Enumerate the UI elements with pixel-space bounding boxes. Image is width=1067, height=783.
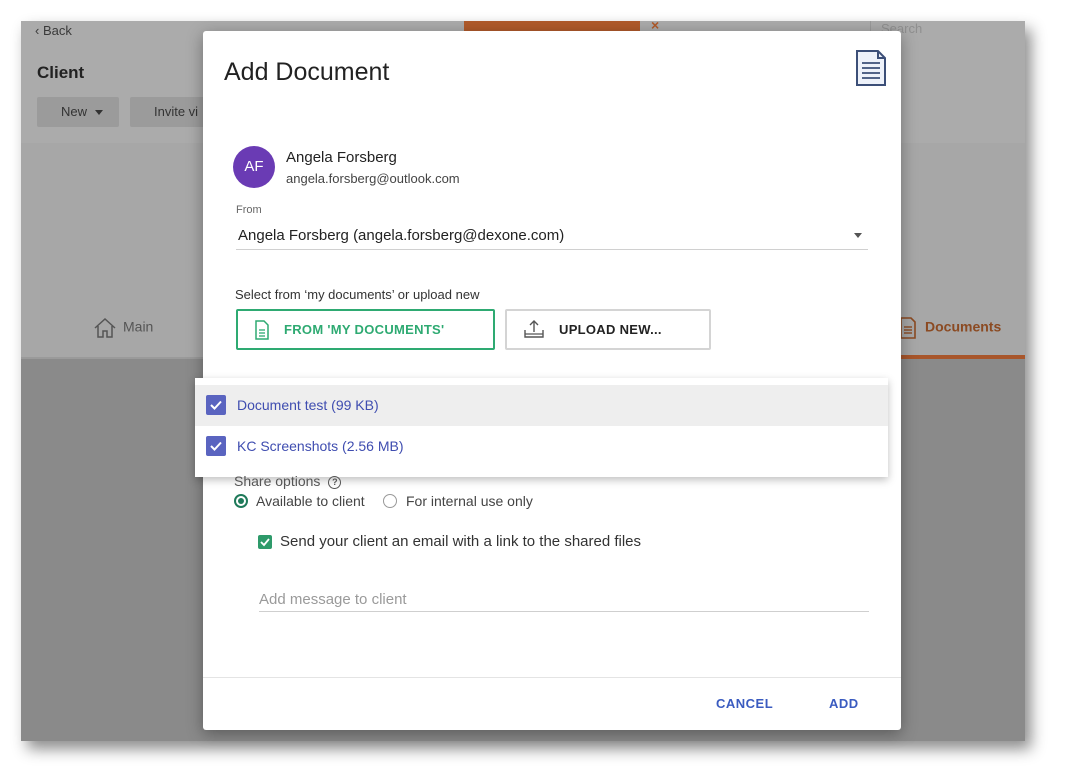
client-name: Angela Forsberg bbox=[286, 149, 397, 166]
tab-documents-label: Documents bbox=[925, 318, 1002, 335]
help-icon[interactable]: ? bbox=[328, 475, 342, 489]
documents-dropdown: Document test (99 KB) KC Screenshots (2.… bbox=[195, 378, 888, 477]
dialog-title: Add Document bbox=[224, 58, 390, 86]
tab-documents[interactable]: Documents bbox=[899, 317, 1001, 339]
radio-internal-use[interactable] bbox=[383, 494, 397, 508]
chevron-left-icon: ‹ bbox=[35, 23, 40, 38]
from-value: Angela Forsberg (angela.forsberg@dexone.… bbox=[238, 227, 565, 244]
share-options-text: Share options bbox=[234, 473, 321, 489]
radio-label-internal[interactable]: For internal use only bbox=[406, 493, 533, 509]
new-button[interactable]: New bbox=[37, 97, 119, 127]
document-name: Document test (99 KB) bbox=[237, 397, 379, 413]
from-label: From bbox=[236, 204, 262, 216]
document-icon bbox=[255, 319, 269, 340]
caret-down-icon bbox=[95, 110, 104, 116]
from-my-documents-button[interactable]: FROM 'MY DOCUMENTS' bbox=[236, 309, 495, 350]
dropdown-arrow-icon bbox=[854, 233, 862, 238]
email-checkbox-label[interactable]: Send your client an email with a link to… bbox=[280, 533, 641, 550]
cancel-button[interactable]: CANCEL bbox=[716, 696, 773, 711]
new-label: New bbox=[61, 104, 88, 119]
back-label: Back bbox=[42, 23, 72, 38]
document-icon bbox=[900, 317, 916, 339]
tab-main[interactable]: Main bbox=[93, 317, 153, 339]
check-icon bbox=[210, 441, 222, 451]
page-title: Client bbox=[37, 63, 85, 82]
from-select[interactable]: Angela Forsberg (angela.forsberg@dexone.… bbox=[236, 224, 868, 250]
add-document-dialog: Add Document AF Angela Forsberg angela.f… bbox=[195, 31, 901, 730]
upload-new-label: UPLOAD NEW... bbox=[559, 322, 662, 337]
footer-divider bbox=[203, 677, 901, 678]
back-link[interactable]: ‹ Back bbox=[35, 23, 72, 38]
list-item[interactable]: KC Screenshots (2.56 MB) bbox=[195, 426, 888, 467]
upload-new-button[interactable]: UPLOAD NEW... bbox=[505, 309, 711, 350]
select-source-label: Select from ‘my documents’ or upload new bbox=[235, 287, 480, 302]
document-icon bbox=[855, 49, 887, 92]
avatar: AF bbox=[233, 146, 275, 188]
checkbox-checked[interactable] bbox=[206, 436, 226, 456]
add-button[interactable]: ADD bbox=[829, 696, 859, 711]
message-input[interactable] bbox=[259, 587, 869, 612]
radio-label-client[interactable]: Available to client bbox=[256, 493, 365, 509]
share-options-label: Share options? bbox=[234, 473, 342, 489]
from-my-documents-label: FROM 'MY DOCUMENTS' bbox=[284, 322, 445, 337]
checkbox-checked[interactable] bbox=[206, 395, 226, 415]
check-icon bbox=[210, 400, 222, 410]
active-tab-indicator bbox=[901, 355, 1025, 359]
list-item[interactable]: Document test (99 KB) bbox=[195, 385, 888, 426]
radio-available-to-client[interactable] bbox=[234, 494, 248, 508]
home-icon bbox=[94, 317, 116, 338]
email-checkbox[interactable] bbox=[258, 535, 272, 549]
tab-main-label: Main bbox=[123, 318, 154, 335]
document-name: KC Screenshots (2.56 MB) bbox=[237, 438, 404, 454]
client-email: angela.forsberg@outlook.com bbox=[286, 171, 460, 186]
upload-icon bbox=[524, 319, 544, 338]
check-icon bbox=[260, 538, 270, 547]
